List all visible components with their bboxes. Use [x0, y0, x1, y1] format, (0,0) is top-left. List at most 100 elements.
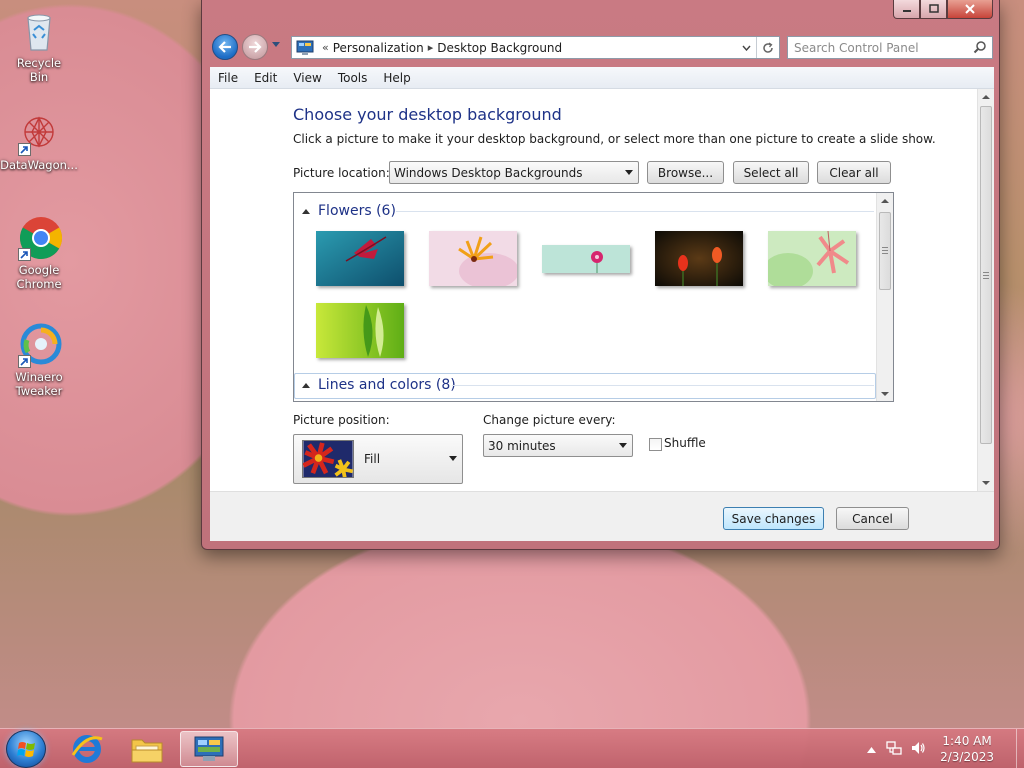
taskbar-control-panel[interactable] [180, 731, 238, 767]
content-pane: Choose your desktop background Click a p… [210, 89, 994, 491]
page-title: Choose your desktop background [293, 105, 562, 124]
content-scrollbar[interactable] [977, 89, 994, 491]
picture-location-label: Picture location: [293, 166, 390, 180]
scroll-up-icon[interactable] [881, 199, 889, 203]
clock-time: 1:40 AM [942, 734, 992, 748]
close-button[interactable] [947, 0, 993, 19]
internet-explorer-icon [71, 735, 103, 763]
dialog-footer: Save changes Cancel [210, 491, 994, 541]
desktop-icon-label: Google Chrome [16, 263, 62, 291]
shortcut-arrow-icon [18, 143, 31, 156]
caption-buttons [893, 0, 993, 19]
change-picture-label: Change picture every: [483, 413, 616, 427]
picture-list: Flowers (6) Lines and colors (8) [293, 192, 894, 402]
wallpaper-thumbnail[interactable] [768, 231, 856, 286]
select-all-button[interactable]: Select all [733, 161, 809, 184]
chrome-icon [16, 215, 63, 261]
start-button[interactable] [6, 730, 46, 768]
page-description: Click a picture to make it your desktop … [293, 132, 936, 146]
desktop-icon-winaero-tweaker[interactable]: Winaero Tweaker [6, 322, 72, 398]
picture-position-select[interactable]: Fill [293, 434, 463, 484]
folder-icon [131, 739, 163, 763]
desktop-icon-label: Winaero Tweaker [15, 370, 63, 398]
show-desktop-button[interactable] [1016, 729, 1024, 768]
control-panel-window: « Personalization ▸ Desktop Background S… [201, 0, 1000, 550]
show-hidden-icons-icon[interactable] [867, 742, 877, 756]
wallpaper-thumbnail[interactable] [316, 303, 404, 358]
desktop-icon-label: Recycle Bin [16, 56, 62, 84]
search-icon[interactable] [973, 40, 987, 57]
group-header-flowers[interactable]: Flowers (6) [302, 201, 396, 221]
browse-button[interactable]: Browse... [647, 161, 724, 184]
scroll-down-icon[interactable] [982, 481, 990, 485]
maximize-button[interactable] [920, 0, 947, 19]
save-changes-button[interactable]: Save changes [723, 507, 824, 530]
breadcrumb-desktop-background[interactable]: Desktop Background [437, 41, 562, 55]
address-bar[interactable]: « Personalization ▸ Desktop Background [291, 36, 780, 59]
shuffle-label[interactable]: Shuffle [664, 436, 706, 450]
desktop-icon-datawagon[interactable]: DataWagon... [0, 110, 78, 172]
picture-position-label: Picture position: [293, 413, 390, 427]
control-panel-icon [296, 40, 314, 56]
desktop-icon-recycle-bin[interactable]: Recycle Bin [6, 8, 72, 84]
shortcut-arrow-icon [18, 248, 31, 261]
picture-list-scrollbar[interactable] [876, 193, 893, 401]
wallpaper-thumbnail[interactable] [429, 231, 517, 286]
change-picture-interval-select[interactable]: 30 minutes [483, 434, 633, 457]
search-placeholder: Search Control Panel [794, 40, 919, 55]
clock-date: 2/3/2023 [940, 750, 994, 764]
search-input[interactable]: Search Control Panel [787, 36, 993, 59]
position-preview-image [302, 440, 354, 478]
group-header-highlight [294, 373, 876, 399]
breadcrumb-separator[interactable]: ▸ [428, 41, 434, 54]
menu-tools[interactable]: Tools [330, 71, 376, 85]
forward-button[interactable] [242, 34, 268, 60]
change-picture-value: 30 minutes [488, 438, 556, 453]
chevron-down-icon [619, 443, 627, 448]
control-panel-icon [194, 736, 224, 761]
volume-icon[interactable] [910, 740, 926, 759]
wallpaper-thumbnail[interactable] [655, 231, 743, 286]
menu-help[interactable]: Help [375, 71, 418, 85]
picture-location-value: Windows Desktop Backgrounds [394, 165, 583, 180]
scroll-down-icon[interactable] [881, 392, 889, 396]
group-title: Flowers (6) [318, 203, 396, 219]
group-divider [396, 211, 874, 212]
windows-logo-icon [17, 742, 35, 757]
picture-position-value: Fill [364, 452, 381, 466]
cancel-button[interactable]: Cancel [836, 507, 909, 530]
scrollbar-thumb[interactable] [980, 106, 992, 444]
taskbar-file-explorer[interactable] [118, 731, 176, 767]
datawagon-icon [16, 110, 62, 156]
desktop-icon-label: DataWagon... [0, 158, 78, 172]
address-dropdown-icon[interactable] [737, 37, 755, 58]
collapse-arrow-icon [302, 208, 310, 214]
clear-all-button[interactable]: Clear all [817, 161, 891, 184]
refresh-button[interactable] [756, 37, 779, 58]
breadcrumb-personalization[interactable]: Personalization [333, 41, 424, 55]
wallpaper-thumbnail[interactable] [316, 231, 404, 286]
address-overflow[interactable]: « [322, 41, 329, 54]
menu-view[interactable]: View [285, 71, 329, 85]
menu-edit[interactable]: Edit [246, 71, 285, 85]
back-button[interactable] [212, 34, 238, 60]
wallpaper-thumbnail[interactable] [542, 245, 630, 273]
picture-location-select[interactable]: Windows Desktop Backgrounds [389, 161, 639, 184]
chevron-down-icon [449, 456, 457, 461]
scrollbar-thumb[interactable] [879, 212, 891, 290]
scroll-up-icon[interactable] [982, 95, 990, 99]
menu-file[interactable]: File [210, 71, 246, 85]
menu-bar: File Edit View Tools Help [210, 67, 994, 89]
desktop-icon-google-chrome[interactable]: Google Chrome [6, 215, 72, 291]
taskbar: 1:40 AM 2/3/2023 [0, 728, 1024, 768]
taskbar-internet-explorer[interactable] [58, 731, 116, 767]
chevron-down-icon [625, 170, 633, 175]
navigation-row: « Personalization ▸ Desktop Background S… [212, 34, 993, 62]
system-tray: 1:40 AM 2/3/2023 [867, 729, 1016, 768]
recent-pages-dropdown-icon[interactable] [272, 42, 280, 47]
network-icon[interactable] [886, 740, 902, 759]
taskbar-clock[interactable]: 1:40 AM 2/3/2023 [940, 733, 994, 765]
shuffle-checkbox[interactable] [649, 438, 662, 451]
minimize-button[interactable] [893, 0, 920, 19]
winaero-tweaker-icon [16, 322, 62, 368]
